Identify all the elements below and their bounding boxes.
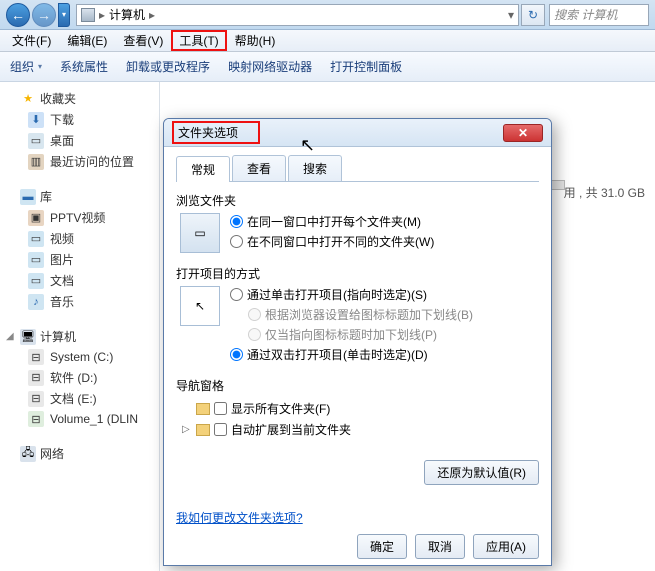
dialog-title: 文件夹选项: [172, 121, 260, 144]
sidebar-recent[interactable]: ▥最近访问的位置: [0, 151, 159, 172]
folder-icon: [196, 424, 210, 436]
sidebar-video[interactable]: ▭视频: [0, 228, 159, 249]
opt-single-click[interactable]: 通过单击打开项目(指向时选定)(S): [230, 286, 473, 303]
sidebar: ★收藏夹 ⬇下载 ▭桌面 ▥最近访问的位置 ▬库 ▣PPTV视频 ▭视频 ▭图片…: [0, 82, 160, 571]
folder-icon: [196, 403, 210, 415]
breadcrumb[interactable]: 计算机: [109, 6, 145, 23]
close-button[interactable]: ✕: [503, 124, 543, 142]
sidebar-library[interactable]: ▬库: [0, 186, 159, 207]
dialog-titlebar[interactable]: 文件夹选项 ✕: [164, 119, 551, 147]
drive-info-label: 用 , 共 31.0 GB: [564, 184, 645, 201]
click-group-title: 打开项目的方式: [176, 265, 539, 282]
tab-view[interactable]: 查看: [232, 155, 286, 181]
menu-edit[interactable]: 编辑(E): [59, 30, 115, 51]
tb-control-panel[interactable]: 打开控制面板: [330, 58, 402, 75]
apply-button[interactable]: 应用(A): [473, 534, 539, 559]
sidebar-favorites[interactable]: ★收藏夹: [0, 88, 159, 109]
opt-double-click[interactable]: 通过双击打开项目(单击时选定)(D): [230, 346, 473, 363]
sidebar-picture[interactable]: ▭图片: [0, 249, 159, 270]
window-titlebar: ← → ▾ ▸ 计算机 ▸ ▾ ↻ 搜索 计算机: [0, 0, 655, 30]
sidebar-desktop[interactable]: ▭桌面: [0, 130, 159, 151]
addr-dropdown-icon[interactable]: ▾: [508, 8, 514, 22]
forward-button[interactable]: →: [32, 3, 56, 27]
toolbar: 组织▾ 系统属性 卸载或更改程序 映射网络驱动器 打开控制面板: [0, 52, 655, 82]
navpane-group-title: 导航窗格: [176, 377, 539, 394]
menu-tools[interactable]: 工具(T): [171, 30, 226, 51]
sidebar-network[interactable]: 🖧网络: [0, 443, 159, 464]
tb-uninstall[interactable]: 卸载或更改程序: [126, 58, 210, 75]
sidebar-music[interactable]: ♪音乐: [0, 291, 159, 312]
sidebar-drive-d[interactable]: ⊟软件 (D:): [0, 367, 159, 388]
opt-underline-point: 仅当指向图标标题时加下划线(P): [230, 326, 473, 343]
navpane-showall[interactable]: 显示所有文件夹(F): [182, 398, 539, 419]
sidebar-drive-c[interactable]: ⊟System (C:): [0, 347, 159, 367]
nav-history-dropdown[interactable]: ▾: [58, 3, 70, 27]
navpane-autoexp[interactable]: ▷自动扩展到当前文件夹: [182, 419, 539, 440]
sidebar-document[interactable]: ▭文档: [0, 270, 159, 291]
browse-group-title: 浏览文件夹: [176, 192, 539, 209]
opt-same-window[interactable]: 在同一窗口中打开每个文件夹(M): [230, 213, 434, 230]
refresh-button[interactable]: ↻: [521, 4, 545, 26]
tb-map-drive[interactable]: 映射网络驱动器: [228, 58, 312, 75]
sidebar-downloads[interactable]: ⬇下载: [0, 109, 159, 130]
menu-file[interactable]: 文件(F): [4, 30, 59, 51]
sidebar-drive-vol[interactable]: ⊟Volume_1 (DLIN: [0, 409, 159, 429]
sidebar-pptv[interactable]: ▣PPTV视频: [0, 207, 159, 228]
search-input[interactable]: 搜索 计算机: [549, 4, 649, 26]
tb-system-props[interactable]: 系统属性: [60, 58, 108, 75]
tb-organize[interactable]: 组织▾: [10, 58, 42, 75]
restore-defaults-button[interactable]: 还原为默认值(R): [424, 460, 539, 485]
cancel-button[interactable]: 取消: [415, 534, 465, 559]
menu-help[interactable]: 帮助(H): [227, 30, 284, 51]
opt-own-window[interactable]: 在不同窗口中打开不同的文件夹(W): [230, 233, 434, 250]
folder-options-dialog: 文件夹选项 ✕ 常规 查看 搜索 浏览文件夹 ▭ 在同一窗口中打开每个文件夹(M…: [163, 118, 552, 566]
help-link[interactable]: 我如何更改文件夹选项?: [176, 509, 539, 526]
opt-underline-browser: 根据浏览器设置给图标标题加下划线(B): [230, 306, 473, 323]
menu-bar: 文件(F) 编辑(E) 查看(V) 工具(T) 帮助(H): [0, 30, 655, 52]
sidebar-drive-e[interactable]: ⊟文档 (E:): [0, 388, 159, 409]
dialog-tabs: 常规 查看 搜索: [176, 155, 539, 182]
browse-icon: ▭: [180, 213, 220, 253]
tab-search[interactable]: 搜索: [288, 155, 342, 181]
click-icon: ↖: [180, 286, 220, 326]
ok-button[interactable]: 确定: [357, 534, 407, 559]
computer-icon: [81, 8, 95, 22]
sidebar-computer[interactable]: ◢🖥计算机: [0, 326, 159, 347]
tab-general[interactable]: 常规: [176, 156, 230, 182]
address-bar[interactable]: ▸ 计算机 ▸ ▾: [76, 4, 519, 26]
menu-view[interactable]: 查看(V): [115, 30, 171, 51]
back-button[interactable]: ←: [6, 3, 30, 27]
